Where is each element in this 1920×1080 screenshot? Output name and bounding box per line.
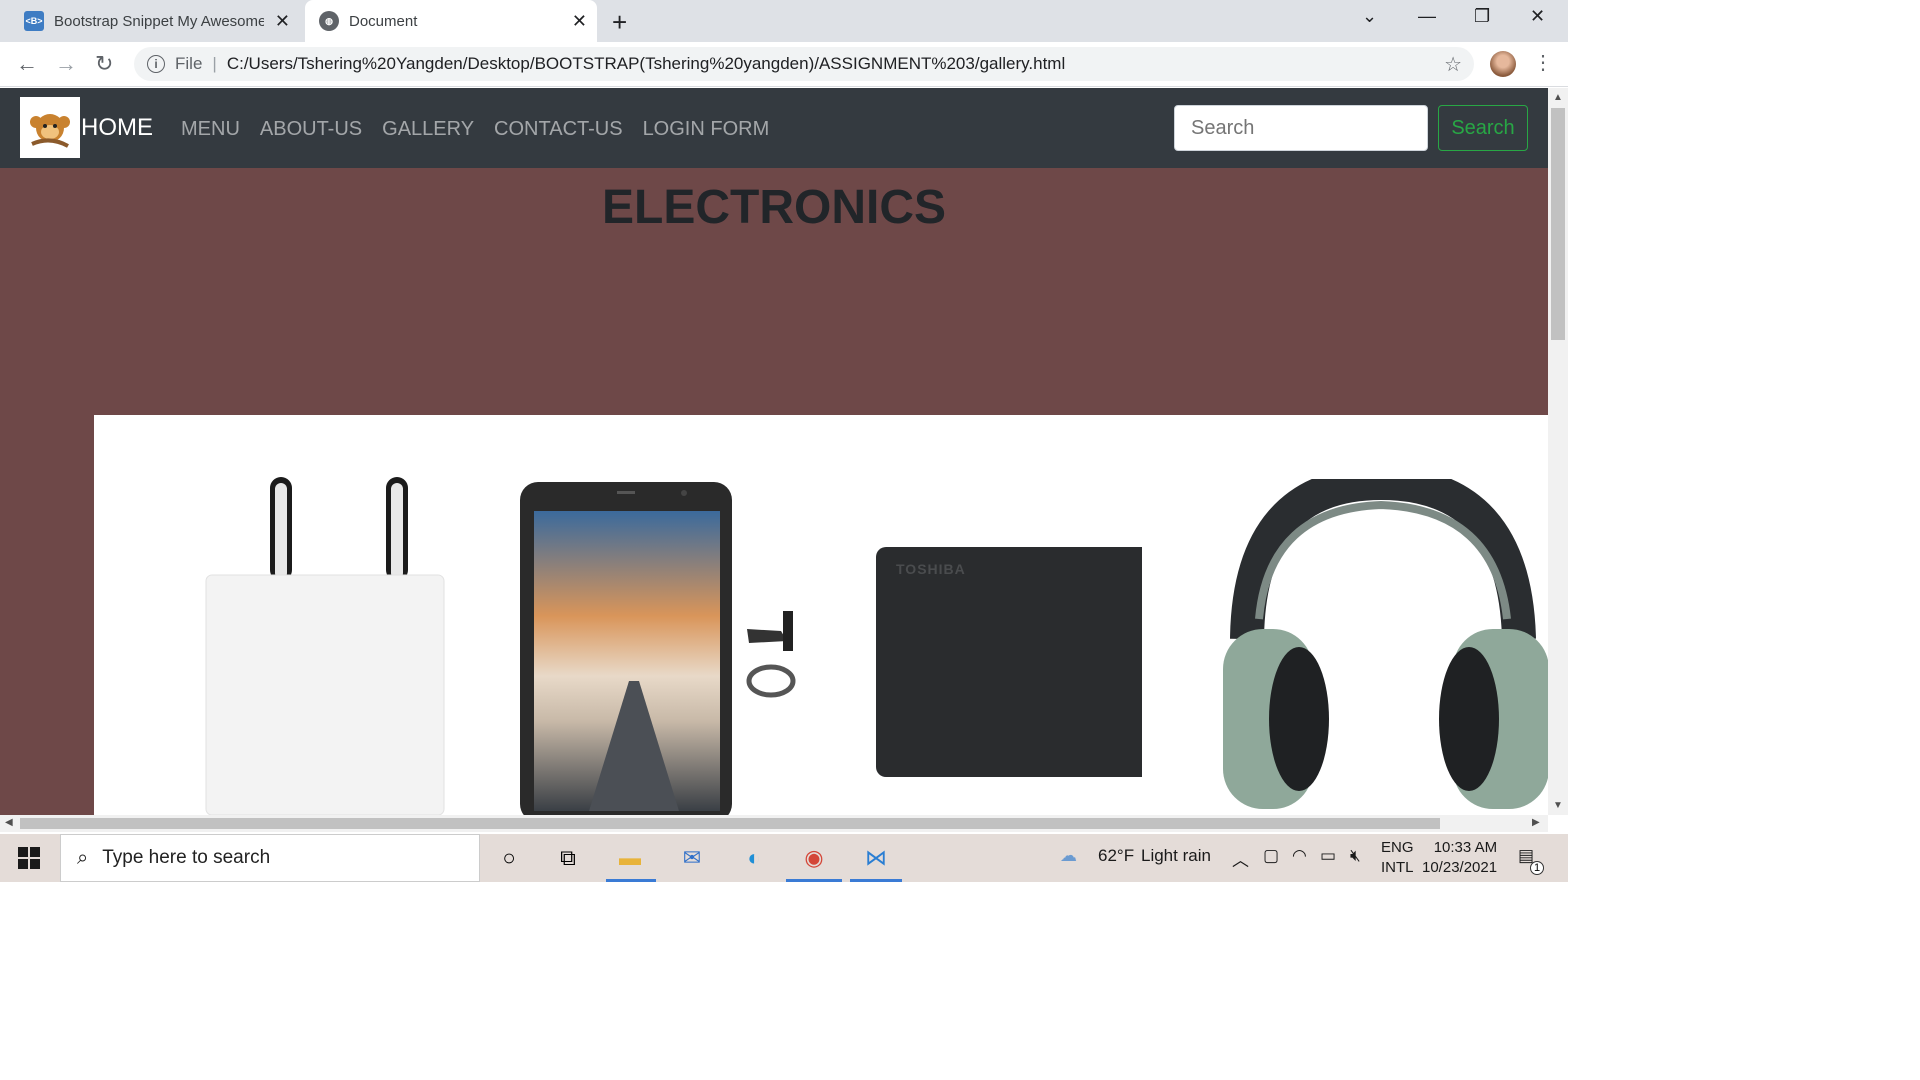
nav-link-gallery[interactable]: GALLERY xyxy=(382,118,474,141)
nav-link-menu[interactable]: MENU xyxy=(181,118,240,141)
vscode-icon[interactable]: ⋈ xyxy=(859,842,893,874)
profile-avatar[interactable] xyxy=(1490,51,1516,77)
scheme-label: File xyxy=(175,54,203,73)
language-indicator[interactable]: ENG INTL xyxy=(1381,838,1414,878)
charger-adapter-image[interactable] xyxy=(194,475,454,815)
product-gallery: TOSHIBA xyxy=(94,415,1548,815)
file-explorer-icon[interactable]: ▬ xyxy=(613,842,647,874)
tab-document[interactable]: ◍ Document ✕ xyxy=(305,0,597,42)
meet-now-icon[interactable]: ▢ xyxy=(1263,846,1279,866)
search-input[interactable] xyxy=(1174,105,1428,151)
running-indicator xyxy=(850,879,902,882)
taskbar-search-box[interactable]: ⌕ Type here to search xyxy=(60,834,480,882)
scroll-down-icon[interactable]: ▼ xyxy=(1553,800,1563,811)
new-tab-button[interactable]: + xyxy=(612,7,627,38)
toshiba-hard-drive-image[interactable]: TOSHIBA xyxy=(876,547,1142,777)
browser-toolbar: ← → ↻ i File | C:/Users/Tshering%20Yangd… xyxy=(0,42,1568,87)
weather-temp[interactable]: 62°F xyxy=(1098,846,1134,866)
lang-line2: INTL xyxy=(1381,859,1414,876)
bootstrap-favicon-icon: <B> xyxy=(24,11,44,31)
menu-kebab-icon[interactable]: ⋮ xyxy=(1533,50,1553,75)
restore-icon[interactable]: ❐ xyxy=(1474,6,1490,27)
divider: | xyxy=(212,54,217,73)
scroll-up-icon[interactable]: ▲ xyxy=(1553,92,1563,103)
tab-title: Bootstrap Snippet My Awesome xyxy=(54,12,264,30)
horizontal-scrollbar[interactable]: ◀ ▶ xyxy=(0,815,1548,832)
headphones-image[interactable] xyxy=(1219,479,1548,815)
task-view-icon[interactable]: ⧉ xyxy=(551,842,585,874)
close-tab-icon[interactable]: ✕ xyxy=(275,11,290,32)
nav-link-contact-us[interactable]: CONTACT-US xyxy=(494,118,623,141)
scroll-thumb[interactable] xyxy=(1551,108,1565,340)
brand-home-link[interactable]: HOME xyxy=(81,114,153,142)
search-button[interactable]: Search xyxy=(1438,105,1528,151)
smartphone-image[interactable] xyxy=(519,481,799,815)
volume-muted-icon[interactable]: 🔇︎ xyxy=(1350,846,1361,866)
clock-date: 10/23/2021 xyxy=(1422,859,1498,876)
close-window-icon[interactable]: ✕ xyxy=(1530,6,1545,27)
reload-icon[interactable]: ↻ xyxy=(95,51,113,77)
globe-icon: ◍ xyxy=(319,11,339,31)
navbar: HOME MENU ABOUT-US GALLERY CONTACT-US LO… xyxy=(0,88,1548,168)
notification-count-badge: 1 xyxy=(1530,861,1544,875)
tab-title: Document xyxy=(349,12,418,30)
chrome-icon[interactable]: ◉ xyxy=(797,842,831,874)
clock[interactable]: 10:33 AM 10/23/2021 xyxy=(1422,838,1497,878)
page-title: ELECTRONICS xyxy=(601,181,946,234)
running-indicator xyxy=(606,879,656,882)
scroll-left-icon[interactable]: ◀ xyxy=(5,817,13,828)
weather-condition[interactable]: Light rain xyxy=(1141,846,1211,866)
windows-start-icon[interactable] xyxy=(18,847,40,869)
weather-cloud-icon[interactable]: ☁ xyxy=(1060,846,1077,866)
clock-time: 10:33 AM xyxy=(1433,839,1498,856)
battery-icon[interactable]: ▭ xyxy=(1320,846,1336,866)
mail-icon[interactable]: ✉ xyxy=(675,842,709,874)
monkey-logo-icon[interactable] xyxy=(20,97,80,158)
back-arrow-icon[interactable]: ← xyxy=(16,51,38,77)
toshiba-brand-text: TOSHIBA xyxy=(896,561,966,577)
lang-line1: ENG xyxy=(1381,839,1414,856)
search-icon: ⌕ xyxy=(77,846,89,869)
address-bar[interactable]: i File | C:/Users/Tshering%20Yangden/Des… xyxy=(134,47,1474,81)
wifi-icon[interactable]: ◠ xyxy=(1292,846,1307,866)
vertical-scrollbar[interactable]: ▲ ▼ xyxy=(1548,88,1568,815)
chevron-up-icon[interactable]: ︿ xyxy=(1232,846,1249,871)
tab-search-chevron-icon[interactable]: ⌄ xyxy=(1362,6,1377,27)
edge-icon[interactable]: ◐ xyxy=(737,842,771,874)
site-info-icon[interactable]: i xyxy=(147,55,165,73)
cortana-icon[interactable]: ○ xyxy=(492,842,526,874)
scroll-thumb[interactable] xyxy=(20,818,1440,829)
nav-link-login-form[interactable]: LOGIN FORM xyxy=(643,118,770,141)
close-tab-icon[interactable]: ✕ xyxy=(572,11,587,32)
page-viewport: HOME MENU ABOUT-US GALLERY CONTACT-US LO… xyxy=(0,88,1548,815)
nav-link-about-us[interactable]: ABOUT-US xyxy=(260,118,362,141)
nav-links: MENU ABOUT-US GALLERY CONTACT-US LOGIN F… xyxy=(181,118,769,141)
bookmark-star-icon[interactable]: ☆ xyxy=(1444,52,1462,77)
taskbar-search-placeholder: Type here to search xyxy=(102,847,271,868)
tab-bootstrap-snippet[interactable]: <B> Bootstrap Snippet My Awesome ✕ xyxy=(10,0,300,42)
windows-taskbar: ⌕ Type here to search ○ ⧉ ▬ ✉ ◐ ◉ ⋈ ☁ 62… xyxy=(0,834,1568,882)
scroll-right-icon[interactable]: ▶ xyxy=(1532,817,1540,828)
running-indicator xyxy=(786,879,842,882)
minimize-icon[interactable]: — xyxy=(1418,6,1436,27)
forward-arrow-icon[interactable]: → xyxy=(55,51,77,77)
url-text[interactable]: C:/Users/Tshering%20Yangden/Desktop/BOOT… xyxy=(227,54,1065,74)
tab-strip: <B> Bootstrap Snippet My Awesome ✕ ◍ Doc… xyxy=(0,0,1568,42)
